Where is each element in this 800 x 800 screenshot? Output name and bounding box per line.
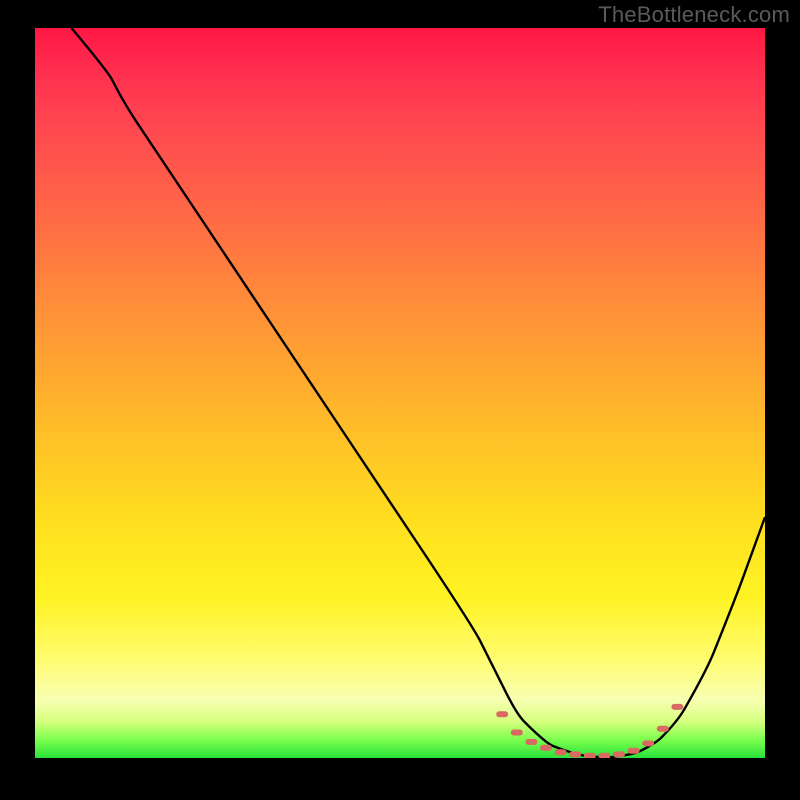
plateau-dot [671,704,683,710]
plateau-dot [598,753,610,758]
watermark-text: TheBottleneck.com [598,2,790,28]
plateau-dot [642,740,654,746]
chart-overlay [35,28,765,758]
plateau-dot [569,751,581,757]
plateau-dot [628,748,640,754]
plateau-dot [657,726,669,732]
plateau-dot [584,753,596,758]
plateau-dot [525,739,537,745]
plateau-dot [496,711,508,717]
bottleneck-curve [72,28,766,757]
plateau-dot [540,745,552,751]
plateau-dot [613,751,625,757]
plateau-dot [511,730,523,736]
chart-frame: TheBottleneck.com [0,0,800,800]
plateau-dot [555,749,567,755]
plot-area [35,28,765,758]
plateau-dots [496,704,683,758]
